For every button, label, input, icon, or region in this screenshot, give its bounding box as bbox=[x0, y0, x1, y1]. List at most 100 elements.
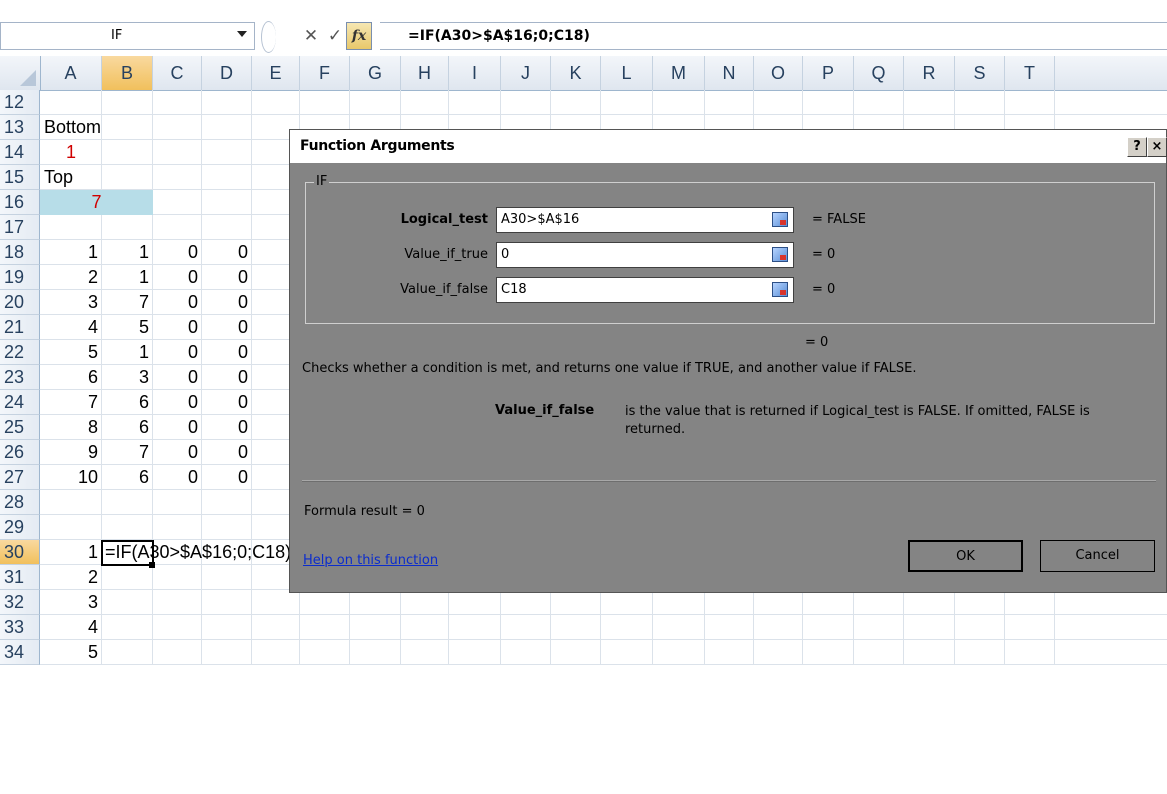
row-header-28[interactable]: 28 bbox=[0, 490, 40, 515]
data-cell[interactable]: 6 bbox=[40, 365, 102, 390]
data-cell[interactable]: 2 bbox=[40, 565, 102, 590]
row-header-14[interactable]: 14 bbox=[0, 140, 40, 165]
cell-a15-top-label[interactable]: Top bbox=[40, 165, 102, 190]
row-header-32[interactable]: 32 bbox=[0, 590, 40, 615]
data-cell[interactable]: 6 bbox=[102, 465, 153, 490]
column-header-c[interactable]: C bbox=[153, 56, 202, 90]
row-header-27[interactable]: 27 bbox=[0, 465, 40, 490]
row-header-23[interactable]: 23 bbox=[0, 365, 40, 390]
value-if-true-input[interactable]: 0 bbox=[496, 242, 794, 268]
data-cell[interactable]: 7 bbox=[102, 290, 153, 315]
data-cell[interactable]: 0 bbox=[202, 465, 252, 490]
data-cell[interactable]: 0 bbox=[202, 265, 252, 290]
logical-test-input[interactable]: A30>$A$16 bbox=[496, 207, 794, 233]
column-header-a[interactable]: A bbox=[40, 56, 102, 90]
enter-icon[interactable]: ✓ bbox=[324, 24, 346, 48]
data-cell[interactable]: 0 bbox=[153, 440, 202, 465]
cell-a16-top-value[interactable]: 7 bbox=[40, 190, 153, 215]
cell-a13-bottom-label[interactable]: Bottom bbox=[40, 115, 130, 140]
data-cell[interactable]: 0 bbox=[153, 265, 202, 290]
data-cell[interactable]: 4 bbox=[40, 315, 102, 340]
column-header-o[interactable]: O bbox=[754, 56, 803, 90]
select-all-corner[interactable] bbox=[0, 56, 41, 90]
help-icon[interactable]: ? bbox=[1127, 137, 1147, 157]
column-header-e[interactable]: E bbox=[252, 56, 300, 90]
data-cell[interactable]: 5 bbox=[40, 640, 102, 662]
data-cell[interactable]: 1 bbox=[40, 240, 102, 265]
data-cell[interactable]: 0 bbox=[153, 465, 202, 490]
data-cell[interactable]: 10 bbox=[40, 465, 102, 490]
column-header-d[interactable]: D bbox=[202, 56, 252, 90]
formula-input[interactable]: =IF(A30>$A$16;0;C18) bbox=[380, 22, 1167, 50]
data-cell[interactable]: 7 bbox=[40, 390, 102, 415]
data-cell[interactable]: 3 bbox=[40, 290, 102, 315]
row-header-16[interactable]: 16 bbox=[0, 190, 40, 215]
column-header-l[interactable]: L bbox=[601, 56, 653, 90]
column-header-n[interactable]: N bbox=[705, 56, 754, 90]
data-cell[interactable]: 1 bbox=[40, 540, 102, 565]
collapse-dialog-icon[interactable] bbox=[772, 212, 788, 227]
column-header-q[interactable]: Q bbox=[854, 56, 904, 90]
column-header-r[interactable]: R bbox=[904, 56, 955, 90]
name-box[interactable]: IF bbox=[0, 22, 255, 50]
row-header-31[interactable]: 31 bbox=[0, 565, 40, 590]
data-cell[interactable]: 0 bbox=[202, 315, 252, 340]
column-header-t[interactable]: T bbox=[1005, 56, 1055, 90]
data-cell[interactable]: 1 bbox=[102, 265, 153, 290]
row-header-20[interactable]: 20 bbox=[0, 290, 40, 315]
data-cell[interactable]: 0 bbox=[153, 365, 202, 390]
help-link[interactable]: Help on this function bbox=[303, 553, 438, 568]
data-cell[interactable]: 0 bbox=[202, 415, 252, 440]
row-header-21[interactable]: 21 bbox=[0, 315, 40, 340]
data-cell[interactable]: 7 bbox=[102, 440, 153, 465]
data-cell[interactable]: 5 bbox=[102, 315, 153, 340]
row-header-29[interactable]: 29 bbox=[0, 515, 40, 540]
column-header-b[interactable]: B bbox=[102, 56, 153, 90]
row-header-34[interactable]: 34 bbox=[0, 640, 40, 665]
data-cell[interactable]: 1 bbox=[102, 340, 153, 365]
column-header-s[interactable]: S bbox=[955, 56, 1005, 90]
column-header-h[interactable]: H bbox=[401, 56, 449, 90]
data-cell[interactable]: 6 bbox=[102, 390, 153, 415]
data-cell[interactable]: 0 bbox=[202, 365, 252, 390]
data-cell[interactable]: 0 bbox=[202, 240, 252, 265]
row-header-13[interactable]: 13 bbox=[0, 115, 40, 140]
column-header-m[interactable]: M bbox=[653, 56, 705, 90]
data-cell[interactable]: 0 bbox=[153, 390, 202, 415]
name-box-dropdown-icon[interactable] bbox=[237, 31, 247, 37]
data-cell[interactable]: 1 bbox=[102, 240, 153, 265]
data-cell[interactable]: 0 bbox=[153, 340, 202, 365]
data-cell[interactable]: 5 bbox=[40, 340, 102, 365]
data-cell[interactable]: 9 bbox=[40, 440, 102, 465]
dialog-titlebar[interactable]: Function Arguments ? × bbox=[290, 130, 1167, 163]
insert-function-icon[interactable]: fx bbox=[346, 22, 372, 50]
data-cell[interactable]: 6 bbox=[102, 415, 153, 440]
cancel-button[interactable]: Cancel bbox=[1040, 540, 1155, 572]
column-header-g[interactable]: G bbox=[350, 56, 401, 90]
row-header-19[interactable]: 19 bbox=[0, 265, 40, 290]
data-cell[interactable]: 0 bbox=[153, 290, 202, 315]
close-icon[interactable]: × bbox=[1147, 137, 1167, 157]
row-header-25[interactable]: 25 bbox=[0, 415, 40, 440]
cancel-icon[interactable]: ✕ bbox=[300, 24, 322, 48]
data-cell[interactable]: 8 bbox=[40, 415, 102, 440]
row-header-33[interactable]: 33 bbox=[0, 615, 40, 640]
row-header-30[interactable]: 30 bbox=[0, 540, 40, 565]
column-header-f[interactable]: F bbox=[300, 56, 350, 90]
collapse-dialog-icon[interactable] bbox=[772, 282, 788, 297]
data-cell[interactable]: 0 bbox=[153, 415, 202, 440]
column-header-p[interactable]: P bbox=[803, 56, 854, 90]
data-cell[interactable]: 0 bbox=[202, 290, 252, 315]
data-cell[interactable]: 3 bbox=[40, 590, 102, 615]
column-header-k[interactable]: K bbox=[551, 56, 601, 90]
row-header-15[interactable]: 15 bbox=[0, 165, 40, 190]
data-cell[interactable]: 2 bbox=[40, 265, 102, 290]
data-cell[interactable]: 0 bbox=[202, 340, 252, 365]
data-cell[interactable]: 0 bbox=[202, 440, 252, 465]
ok-button[interactable]: OK bbox=[908, 540, 1023, 572]
value-if-false-input[interactable]: C18 bbox=[496, 277, 794, 303]
column-header-j[interactable]: J bbox=[501, 56, 551, 90]
row-header-17[interactable]: 17 bbox=[0, 215, 40, 240]
collapse-dialog-icon[interactable] bbox=[772, 247, 788, 262]
data-cell[interactable]: 0 bbox=[202, 390, 252, 415]
